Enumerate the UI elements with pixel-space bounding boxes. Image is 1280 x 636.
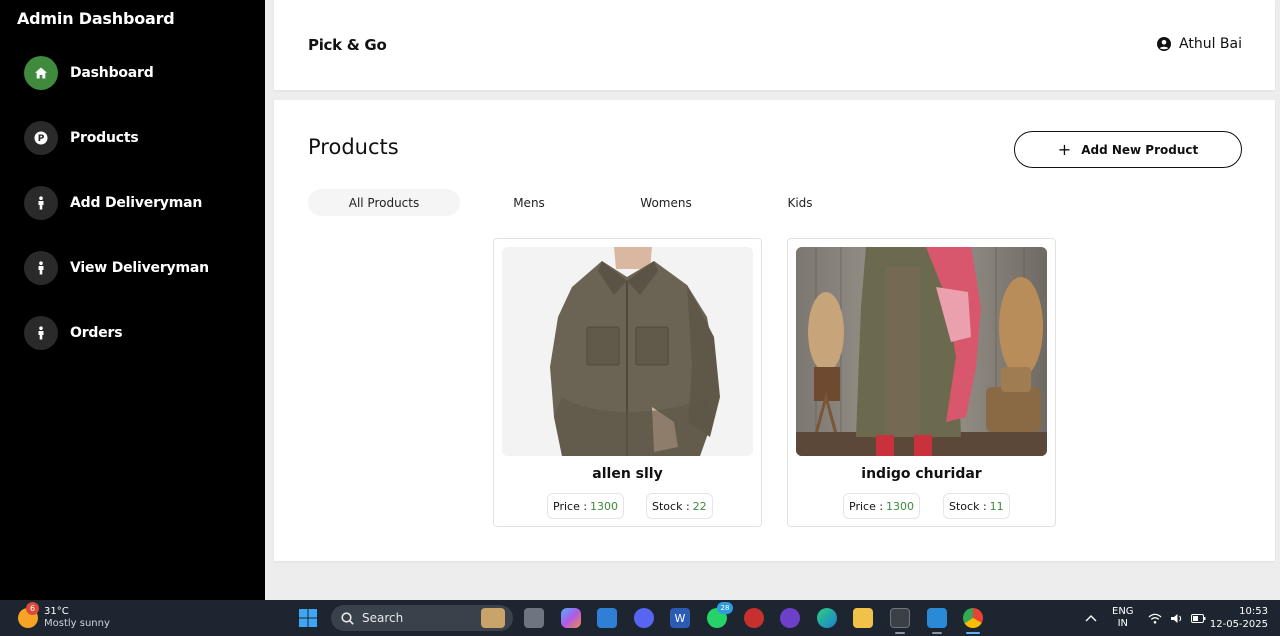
plus-icon: + xyxy=(1057,139,1072,159)
lang-bottom: IN xyxy=(1117,618,1128,629)
weather-badge: 6 xyxy=(26,602,39,615)
sidebar-item-view-deliveryman[interactable]: View Deliveryman xyxy=(24,251,209,285)
word-icon[interactable]: W xyxy=(670,608,690,628)
sidebar-item-label: Products xyxy=(70,130,139,146)
product-image xyxy=(796,247,1047,456)
stock-pill: Stock : 11 xyxy=(943,493,1010,519)
tab-label: All Products xyxy=(348,195,420,210)
tab-all-products[interactable]: All Products xyxy=(308,189,460,216)
user-menu[interactable]: Athul Bai xyxy=(1157,36,1242,52)
lang-top: ENG xyxy=(1112,606,1134,617)
sidebar-item-label: Add Deliveryman xyxy=(70,195,203,211)
tab-womens[interactable]: Womens xyxy=(630,189,702,216)
sidebar-item-dashboard[interactable]: Dashboard xyxy=(24,56,154,90)
tab-kids[interactable]: Kids xyxy=(778,189,822,216)
sidebar-item-orders[interactable]: Orders xyxy=(24,316,123,350)
tab-label: Kids xyxy=(787,195,813,210)
products-panel: Products + Add New Product All Products … xyxy=(274,100,1275,561)
whatsapp-badge: 28 xyxy=(717,602,733,614)
taskbar-search[interactable]: Search xyxy=(331,605,513,631)
top-header: Pick & Go Athul Bai xyxy=(274,0,1275,90)
edge-icon[interactable] xyxy=(817,608,837,628)
page-title: Products xyxy=(308,135,399,159)
site-name: Pick & Go xyxy=(308,36,387,54)
weather-description: Mostly sunny xyxy=(44,618,110,629)
sidebar-item-label: Orders xyxy=(70,325,123,341)
search-highlight-icon xyxy=(481,608,505,628)
taskbar: 6 31°C Mostly sunny Search W 28 ENG IN 1… xyxy=(0,600,1280,636)
sidebar-item-add-deliveryman[interactable]: Add Deliveryman xyxy=(24,186,202,220)
copilot-icon[interactable] xyxy=(561,608,581,628)
github-desktop-icon[interactable] xyxy=(780,608,800,628)
whatsapp-icon[interactable]: 28 xyxy=(707,602,733,628)
clock-time: 10:53 xyxy=(1239,606,1268,617)
microsoft-store-icon[interactable] xyxy=(597,608,617,628)
language-indicator[interactable]: ENG IN xyxy=(1112,600,1134,636)
file-explorer-icon[interactable] xyxy=(853,608,873,628)
windows-start-icon[interactable] xyxy=(298,608,318,628)
svg-text:P: P xyxy=(38,134,45,144)
stock-pill: Stock : 22 xyxy=(646,493,713,519)
stock-value: 11 xyxy=(989,499,1004,513)
search-placeholder: Search xyxy=(362,611,404,625)
wifi-icon xyxy=(1148,613,1162,624)
search-icon xyxy=(341,611,354,625)
sidebar-item-products[interactable]: P Products xyxy=(24,121,139,155)
vscode-icon[interactable] xyxy=(927,608,947,628)
product-image xyxy=(502,247,753,456)
clock[interactable]: 10:53 12-05-2025 xyxy=(1210,600,1268,636)
weather-sun-icon: 6 xyxy=(18,602,39,628)
sidebar: Admin Dashboard Dashboard P Products Add… xyxy=(0,0,265,600)
price-value: 1300 xyxy=(886,499,915,513)
stock-label: Stock : xyxy=(949,499,987,513)
stock-value: 22 xyxy=(692,499,707,513)
person-icon xyxy=(24,186,58,220)
add-new-product-label: Add New Product xyxy=(1081,142,1199,157)
volume-icon xyxy=(1171,613,1182,623)
p-badge-icon: P xyxy=(24,121,58,155)
show-hidden-icons[interactable] xyxy=(1085,600,1097,636)
chevron-up-icon xyxy=(1085,615,1097,622)
sidebar-title: Admin Dashboard xyxy=(17,9,175,28)
weather-widget[interactable]: 6 31°C Mostly sunny xyxy=(18,602,110,630)
home-icon xyxy=(24,56,58,90)
price-label: Price : xyxy=(849,499,884,513)
sidebar-item-label: View Deliveryman xyxy=(70,260,209,276)
user-name: Athul Bai xyxy=(1179,36,1242,52)
tab-label: Mens xyxy=(513,195,545,210)
weather-temperature: 31°C xyxy=(44,606,69,617)
product-card[interactable]: indigo churidar Price : 1300 Stock : 11 xyxy=(787,238,1056,527)
battery-icon xyxy=(1191,613,1206,623)
stock-label: Stock : xyxy=(652,499,690,513)
clock-date: 12-05-2025 xyxy=(1209,619,1268,630)
active-indicator xyxy=(966,632,980,634)
system-tray[interactable] xyxy=(1148,600,1206,636)
product-name: allen slly xyxy=(592,466,663,482)
running-indicator xyxy=(932,632,942,634)
sidebar-item-label: Dashboard xyxy=(70,65,154,81)
app-red-icon[interactable] xyxy=(744,608,764,628)
user-circle-icon xyxy=(1157,37,1172,51)
price-pill: Price : 1300 xyxy=(843,493,921,519)
person-icon xyxy=(24,316,58,350)
tab-label: Womens xyxy=(640,195,692,210)
tab-mens[interactable]: Mens xyxy=(500,189,558,216)
price-label: Price : xyxy=(553,499,588,513)
person-icon xyxy=(24,251,58,285)
product-card[interactable]: allen slly Price : 1300 Stock : 22 xyxy=(493,238,762,527)
price-value: 1300 xyxy=(590,499,619,513)
running-indicator xyxy=(895,632,905,634)
terminal-icon[interactable] xyxy=(890,608,910,628)
add-new-product-button[interactable]: + Add New Product xyxy=(1014,131,1242,168)
chrome-icon[interactable] xyxy=(963,608,983,628)
price-pill: Price : 1300 xyxy=(547,493,625,519)
discord-icon[interactable] xyxy=(634,608,654,628)
product-name: indigo churidar xyxy=(861,466,982,482)
task-view-icon[interactable] xyxy=(524,608,544,628)
